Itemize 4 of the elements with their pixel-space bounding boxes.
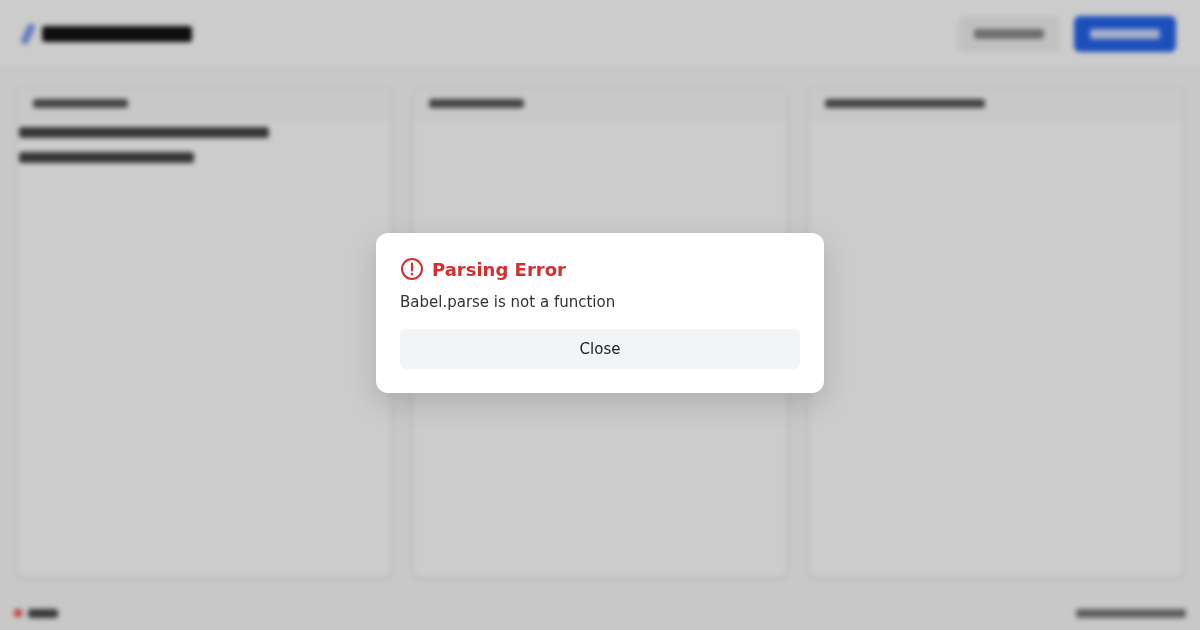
error-message: Babel.parse is not a function [400, 293, 617, 311]
dialog-title: Parsing Error [432, 258, 566, 280]
error-icon [400, 257, 424, 281]
close-button[interactable]: Close [400, 329, 800, 369]
